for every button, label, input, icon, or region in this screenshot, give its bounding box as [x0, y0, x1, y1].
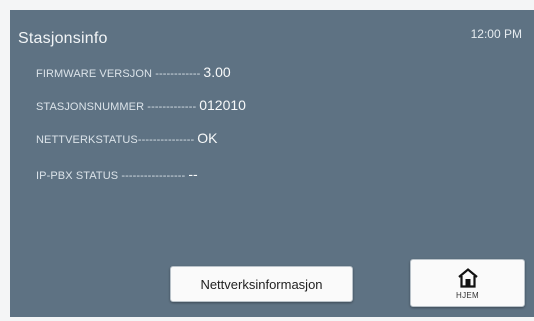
home-button-label: HJEM: [456, 291, 479, 300]
info-row-label: FIRMWARE VERSJON ------------: [36, 68, 201, 80]
network-info-button[interactable]: Nettverksinformasjon: [170, 266, 353, 302]
house-icon: [457, 268, 478, 288]
home-button[interactable]: HJEM: [410, 259, 525, 307]
info-row-label: STASJONSNUMMER -------------: [36, 101, 197, 113]
info-row-label: IP-PBX STATUS -----------------: [36, 170, 186, 182]
page-title: Stasjonsinfo: [18, 30, 108, 47]
clock-time: 12:00 PM: [470, 27, 522, 41]
info-row-ip-pbx-status: IP-PBX STATUS ----------------- --: [36, 166, 198, 182]
info-row-value: --: [188, 166, 198, 182]
info-row-network-status: NETTVERKSTATUS--------------- OK: [36, 130, 218, 146]
info-row-firmware: FIRMWARE VERSJON ------------ 3.00: [36, 64, 231, 80]
info-row-value: 012010: [199, 97, 246, 113]
info-row-value: OK: [197, 130, 218, 146]
info-row-value: 3.00: [203, 64, 231, 80]
info-row-label: NETTVERKSTATUS---------------: [36, 134, 195, 146]
info-row-station-number: STASJONSNUMMER ------------- 012010: [36, 97, 246, 113]
